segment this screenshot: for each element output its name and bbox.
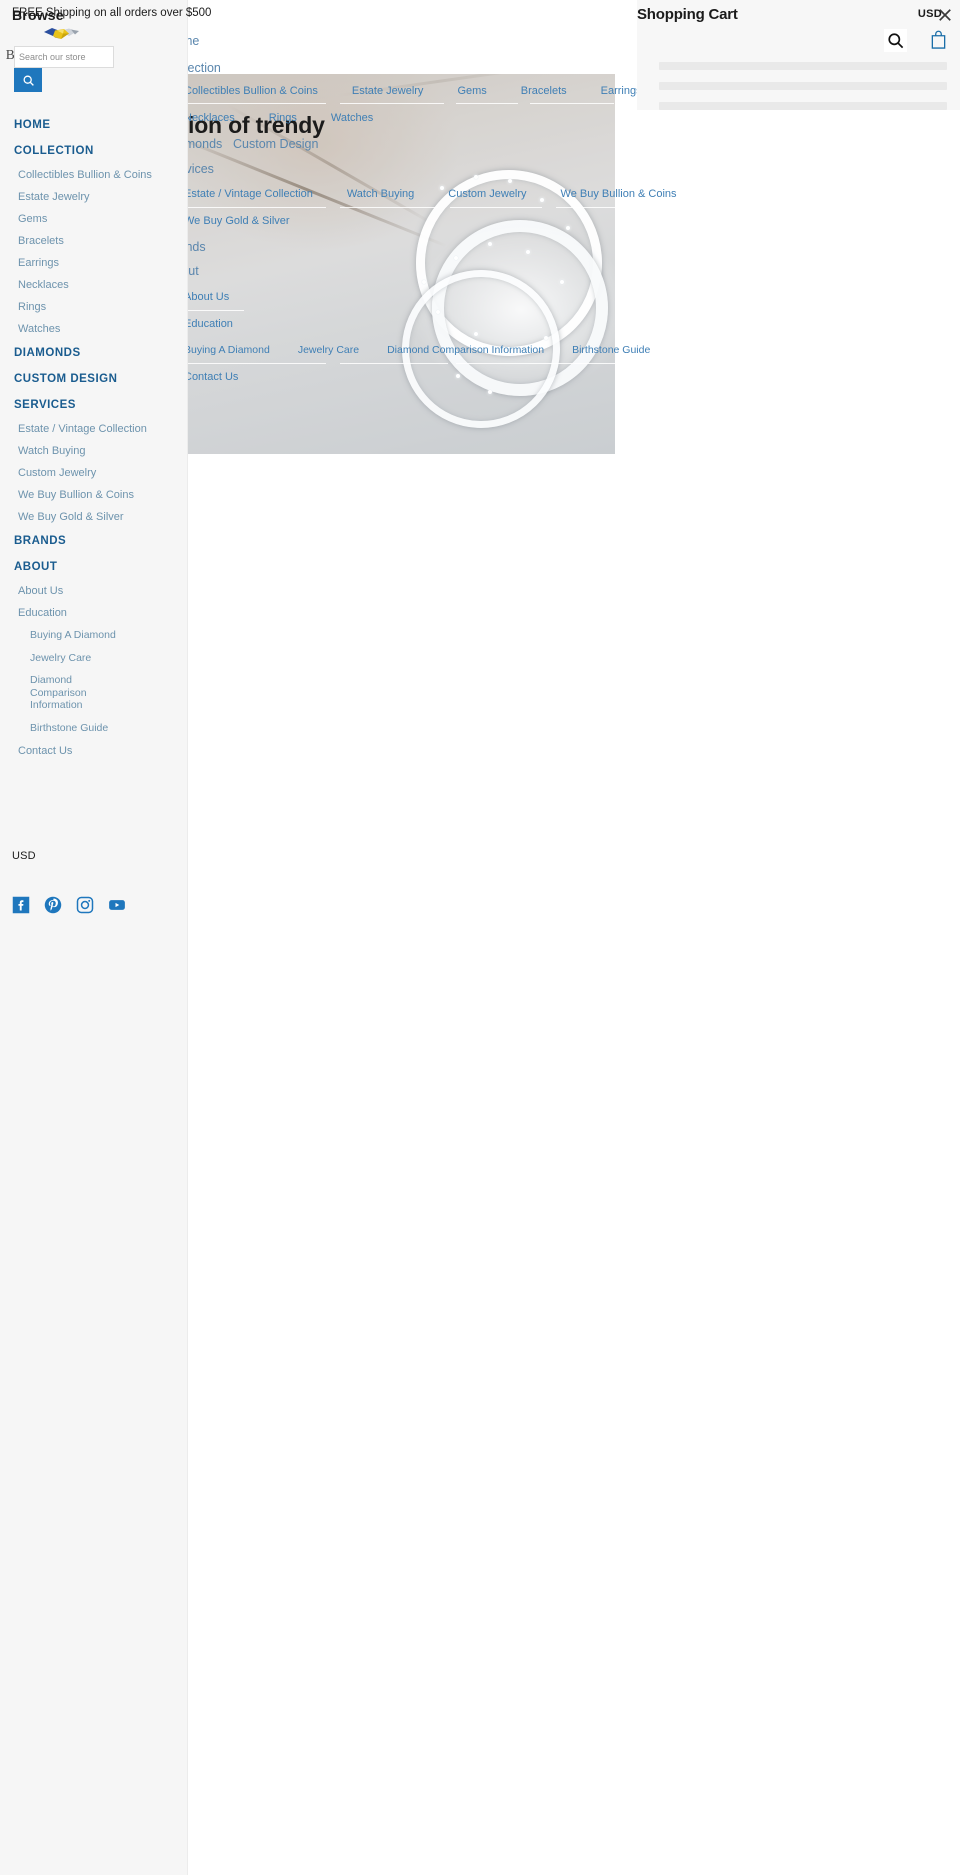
facebook-icon bbox=[12, 896, 30, 914]
mobile-drawer: Browse BRYANT GEMS Search our store HOME… bbox=[0, 0, 188, 1875]
sidebar-item-we-buy-bullion[interactable]: We Buy Bullion & Coins bbox=[0, 484, 188, 506]
page-root: ion of trendy Home Collection Collectibl… bbox=[0, 0, 960, 1875]
sidebar-item-custom-jewelry[interactable]: Custom Jewelry bbox=[0, 462, 188, 484]
pinterest-icon-link[interactable] bbox=[44, 896, 62, 914]
sidebar-item-brands[interactable]: BRANDS bbox=[0, 528, 188, 554]
sidebar-item-estate-vintage[interactable]: Estate / Vintage Collection bbox=[0, 418, 188, 440]
diamond-gem-icon bbox=[44, 28, 79, 39]
sidebar-item-about-us[interactable]: About Us bbox=[0, 580, 188, 602]
sidebar-item-home[interactable]: HOME bbox=[0, 112, 188, 138]
cart-title: Shopping Cart bbox=[637, 6, 738, 23]
sidebar-item-buying-a-diamond[interactable]: Buying A Diamond bbox=[0, 624, 188, 647]
shopping-bag-icon bbox=[931, 30, 946, 49]
search-icon bbox=[888, 32, 904, 48]
cart-loading-skeleton bbox=[659, 62, 947, 122]
announcement-bar: FREE Shipping on all orders over $500 bbox=[12, 7, 212, 19]
sidebar-item-diamonds[interactable]: DIAMONDS bbox=[0, 340, 188, 366]
skeleton-row bbox=[659, 102, 947, 110]
skeleton-row bbox=[659, 82, 947, 90]
cart-header-icons bbox=[884, 28, 950, 52]
sidebar-item-about[interactable]: ABOUT bbox=[0, 554, 188, 580]
sidebar-item-custom-design[interactable]: CUSTOM DESIGN bbox=[0, 366, 188, 392]
cart-bag-button[interactable] bbox=[927, 28, 950, 52]
currency-selector[interactable]: USD bbox=[12, 850, 36, 862]
social-links bbox=[12, 896, 126, 914]
sidebar-item-diamond-comparison[interactable]: Diamond Comparison Information bbox=[0, 669, 130, 717]
hero-heading: ion of trendy bbox=[188, 112, 325, 138]
youtube-icon bbox=[109, 900, 125, 910]
search-toggle-button[interactable] bbox=[884, 28, 907, 52]
shopping-cart-panel: Shopping Cart USD bbox=[637, 0, 960, 110]
search-icon bbox=[23, 75, 34, 86]
sidebar-item-rings[interactable]: Rings bbox=[0, 296, 188, 318]
skeleton-row bbox=[659, 62, 947, 70]
sidebar-item-we-buy-gold[interactable]: We Buy Gold & Silver bbox=[0, 506, 188, 528]
close-icon bbox=[939, 9, 951, 21]
sidebar-item-bracelets[interactable]: Bracelets bbox=[0, 230, 188, 252]
sidebar-item-earrings[interactable]: Earrings bbox=[0, 252, 188, 274]
sidebar-item-jewelry-care[interactable]: Jewelry Care bbox=[0, 647, 188, 670]
search-submit-button[interactable] bbox=[14, 68, 42, 92]
search-input[interactable]: Search our store bbox=[14, 46, 114, 68]
sidebar-item-services[interactable]: SERVICES bbox=[0, 392, 188, 418]
instagram-icon bbox=[76, 896, 94, 914]
close-cart-button[interactable] bbox=[936, 6, 954, 24]
facebook-icon-link[interactable] bbox=[12, 896, 30, 914]
sidebar-item-watch-buying[interactable]: Watch Buying bbox=[0, 440, 188, 462]
youtube-icon-link[interactable] bbox=[108, 896, 126, 914]
sidebar-item-collectibles[interactable]: Collectibles Bullion & Coins bbox=[0, 164, 188, 186]
sidebar-item-gems[interactable]: Gems bbox=[0, 208, 188, 230]
sidebar-item-watches[interactable]: Watches bbox=[0, 318, 188, 340]
sidebar-item-birthstone-guide[interactable]: Birthstone Guide bbox=[0, 717, 188, 740]
instagram-icon-link[interactable] bbox=[76, 896, 94, 914]
sidebar-item-contact-us[interactable]: Contact Us bbox=[0, 740, 188, 762]
drawer-menu: HOME COLLECTION Collectibles Bullion & C… bbox=[0, 112, 188, 762]
sidebar-item-necklaces[interactable]: Necklaces bbox=[0, 274, 188, 296]
sidebar-item-education[interactable]: Education bbox=[0, 602, 188, 624]
pinterest-icon bbox=[44, 896, 62, 914]
sidebar-item-estate-jewelry[interactable]: Estate Jewelry bbox=[0, 186, 188, 208]
sidebar-item-collection[interactable]: COLLECTION bbox=[0, 138, 188, 164]
